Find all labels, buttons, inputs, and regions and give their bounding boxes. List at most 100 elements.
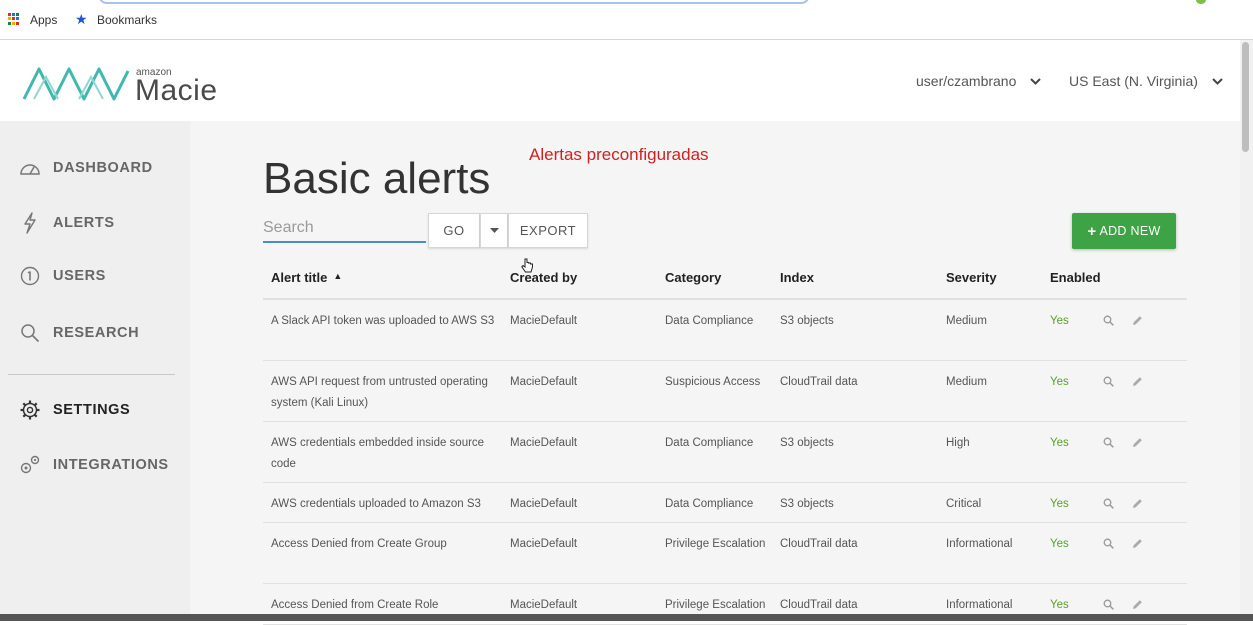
sidebar-item-users[interactable]: USERS [18, 264, 106, 288]
sidebar-item-research[interactable]: RESEARCH [18, 321, 139, 345]
sidebar-item-label: RESEARCH [53, 325, 140, 341]
cell-index: S3 objects [780, 498, 834, 510]
cell-created-by: MacieDefault [510, 599, 578, 611]
cell-alert-title: AWS API request from untrusted operating… [271, 376, 488, 409]
cell-enabled: Yes [1050, 376, 1069, 388]
main-content: Basic alerts Alertas preconfiguradas GO … [190, 121, 1240, 625]
cell-created-by: MacieDefault [510, 437, 578, 449]
view-magnifier-icon[interactable] [1103, 437, 1114, 448]
bookmark-bookmarks[interactable]: Bookmarks [97, 13, 157, 27]
column-header-category[interactable]: Category [665, 270, 721, 285]
extension-icon[interactable] [1196, 0, 1206, 4]
sidebar-item-label: ALERTS [53, 215, 115, 231]
view-magnifier-icon[interactable] [1103, 498, 1114, 509]
view-magnifier-icon[interactable] [1103, 376, 1114, 387]
cell-category: Privilege Escalation [665, 599, 766, 611]
cell-severity: Medium [946, 376, 987, 388]
app-header: amazon Macie user/czambrano US East (N. … [0, 40, 1240, 121]
cell-index: CloudTrail data [780, 538, 858, 550]
cell-created-by: MacieDefault [510, 315, 578, 327]
chevron-down-icon [1030, 78, 1041, 85]
sidebar-item-integrations[interactable]: INTEGRATIONS [18, 453, 169, 477]
search-options-dropdown[interactable] [480, 213, 508, 248]
cell-category: Privilege Escalation [665, 538, 766, 550]
star-icon: ★ [75, 11, 88, 27]
cell-enabled: Yes [1050, 498, 1069, 510]
table-row[interactable]: A Slack API token was uploaded to AWS S3… [263, 300, 1187, 361]
bookmark-apps[interactable]: Apps [30, 13, 57, 27]
cell-created-by: MacieDefault [510, 376, 578, 388]
cell-category: Data Compliance [665, 498, 754, 510]
cell-enabled: Yes [1050, 315, 1069, 327]
table-row[interactable]: Access Denied from Create Group MacieDefa… [263, 523, 1187, 584]
sidebar-item-alerts[interactable]: ALERTS [18, 211, 115, 235]
dashboard-gauge-icon [18, 157, 42, 179]
view-magnifier-icon[interactable] [1103, 538, 1114, 549]
cell-index: CloudTrail data [780, 599, 858, 611]
export-button[interactable]: EXPORT [508, 213, 588, 248]
sidebar-item-label: USERS [53, 268, 106, 284]
column-header-index[interactable]: Index [780, 270, 814, 285]
magnifier-icon [18, 322, 42, 344]
go-button[interactable]: GO [428, 213, 480, 248]
browser-bookmarks-bar: Apps ★ Bookmarks [0, 0, 1253, 40]
cell-index: S3 objects [780, 437, 834, 449]
table-header-row: Alert title ▲ Created by Category Index S… [263, 256, 1187, 300]
alerts-table: Alert title ▲ Created by Category Index S… [263, 256, 1187, 625]
add-new-label: ADD NEW [1099, 224, 1161, 238]
macie-logo-icon[interactable] [22, 59, 130, 103]
cell-alert-title: Access Denied from Create Role [271, 599, 439, 611]
sidebar-nav: DASHBOARD ALERTS USERS RESEARCH SETTINGS… [0, 121, 190, 621]
edit-pencil-icon[interactable] [1132, 376, 1143, 387]
edit-pencil-icon[interactable] [1132, 538, 1143, 549]
cell-severity: High [946, 437, 970, 449]
apps-grid-icon[interactable] [8, 13, 20, 25]
logo-macie-text: Macie [135, 74, 218, 107]
edit-pencil-icon[interactable] [1132, 315, 1143, 326]
sidebar-item-settings[interactable]: SETTINGS [18, 398, 130, 422]
cell-enabled: Yes [1050, 437, 1069, 449]
add-new-button[interactable]: + ADD NEW [1072, 213, 1176, 249]
table-row[interactable]: AWS credentials uploaded to Amazon S3 Mac… [263, 483, 1187, 523]
cell-severity: Critical [946, 498, 982, 510]
sidebar-divider [8, 374, 175, 375]
edit-pencil-icon[interactable] [1132, 437, 1143, 448]
table-row[interactable]: AWS credentials embedded inside source c… [263, 422, 1187, 483]
page-title: Basic alerts [263, 154, 491, 203]
cell-category: Data Compliance [665, 315, 754, 327]
view-magnifier-icon[interactable] [1103, 315, 1114, 326]
edit-pencil-icon[interactable] [1132, 599, 1143, 610]
region-menu[interactable]: US East (N. Virginia) [1069, 73, 1223, 89]
cell-enabled: Yes [1050, 599, 1069, 611]
plus-icon: + [1087, 222, 1097, 240]
cell-created-by: MacieDefault [510, 538, 578, 550]
cell-severity: Medium [946, 315, 987, 327]
scrollbar-thumb[interactable] [1242, 42, 1249, 152]
column-header-enabled[interactable]: Enabled [1050, 270, 1101, 285]
search-input[interactable] [263, 215, 426, 243]
cell-index: CloudTrail data [780, 376, 858, 388]
column-header-alert-title[interactable]: Alert title ▲ [271, 270, 342, 285]
user-circle-icon [18, 265, 42, 287]
cell-created-by: MacieDefault [510, 498, 578, 510]
table-row[interactable]: AWS API request from untrusted operating… [263, 361, 1187, 422]
edit-pencil-icon[interactable] [1132, 498, 1143, 509]
cell-alert-title: Access Denied from Create Group [271, 538, 447, 550]
cell-enabled: Yes [1050, 538, 1069, 550]
caret-down-icon [489, 228, 499, 233]
cell-category: Data Compliance [665, 437, 754, 449]
sidebar-item-dashboard[interactable]: DASHBOARD [18, 156, 153, 180]
gear-icon [18, 399, 42, 421]
region-menu-label: US East (N. Virginia) [1069, 73, 1198, 89]
address-bar[interactable] [98, 0, 810, 4]
view-magnifier-icon[interactable] [1103, 599, 1114, 610]
sort-ascending-icon: ▲ [333, 271, 343, 281]
cell-category: Suspicious Access [665, 376, 761, 388]
table-body: A Slack API token was uploaded to AWS S3… [263, 300, 1187, 625]
cell-severity: Informational [946, 599, 1013, 611]
column-header-severity[interactable]: Severity [946, 270, 997, 285]
user-menu-label: user/czambrano [916, 73, 1017, 89]
sidebar-item-label: SETTINGS [53, 402, 131, 418]
window-bottom-edge [0, 614, 1253, 621]
user-menu[interactable]: user/czambrano [916, 73, 1041, 89]
